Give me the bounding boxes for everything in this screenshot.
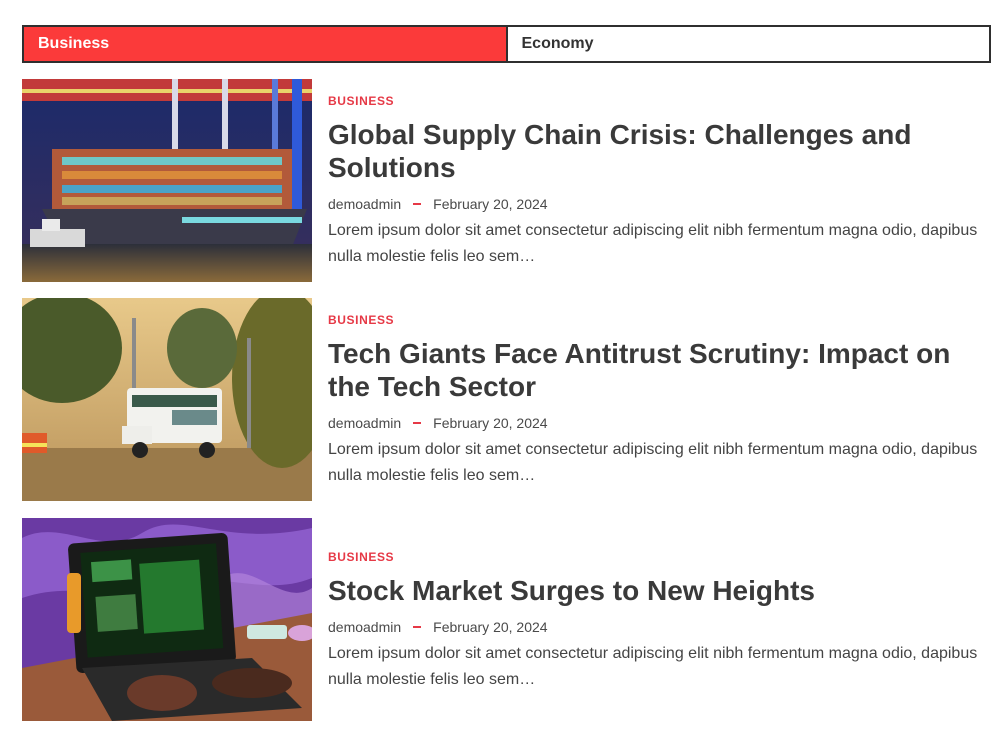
post-title-link[interactable]: Tech Giants Face Antitrust Scrutiny: Imp…	[328, 337, 978, 403]
post-category-link[interactable]: BUSINESS	[328, 94, 978, 108]
meta-separator	[413, 203, 422, 205]
category-tabs: Business Economy	[22, 25, 991, 63]
post-thumbnail-cargo-ship[interactable]	[22, 79, 312, 282]
post-excerpt: Lorem ipsum dolor sit amet consectetur a…	[328, 222, 978, 265]
post-category-link[interactable]: BUSINESS	[328, 313, 978, 327]
post-date[interactable]: February 20, 2024	[433, 196, 547, 212]
post-date[interactable]: February 20, 2024	[433, 619, 547, 635]
post-thumbnail-truck[interactable]	[22, 298, 312, 501]
post-author[interactable]: demoadmin	[328, 196, 401, 212]
post-excerpt: Lorem ipsum dolor sit amet consectetur a…	[328, 441, 978, 484]
meta-separator	[413, 626, 422, 628]
meta-separator	[413, 422, 422, 424]
post-excerpt: Lorem ipsum dolor sit amet consectetur a…	[328, 645, 978, 688]
post-title-link[interactable]: Stock Market Surges to New Heights	[328, 574, 978, 607]
post-date[interactable]: February 20, 2024	[433, 415, 547, 431]
post-author[interactable]: demoadmin	[328, 415, 401, 431]
post-thumbnail-laptop[interactable]	[22, 518, 312, 721]
post-card: BUSINESS Global Supply Chain Crisis: Cha…	[22, 79, 991, 282]
post-category-link[interactable]: BUSINESS	[328, 550, 978, 564]
post-card: BUSINESS Tech Giants Face Antitrust Scru…	[22, 298, 991, 501]
post-meta: demoadmin February 20, 2024	[328, 415, 978, 431]
post-author[interactable]: demoadmin	[328, 619, 401, 635]
post-meta: demoadmin February 20, 2024	[328, 196, 978, 212]
post-card: BUSINESS Stock Market Surges to New Heig…	[22, 518, 991, 721]
tab-business[interactable]: Business	[24, 27, 506, 61]
tab-economy[interactable]: Economy	[505, 27, 989, 61]
post-meta: demoadmin February 20, 2024	[328, 619, 978, 635]
post-title-link[interactable]: Global Supply Chain Crisis: Challenges a…	[328, 118, 978, 184]
